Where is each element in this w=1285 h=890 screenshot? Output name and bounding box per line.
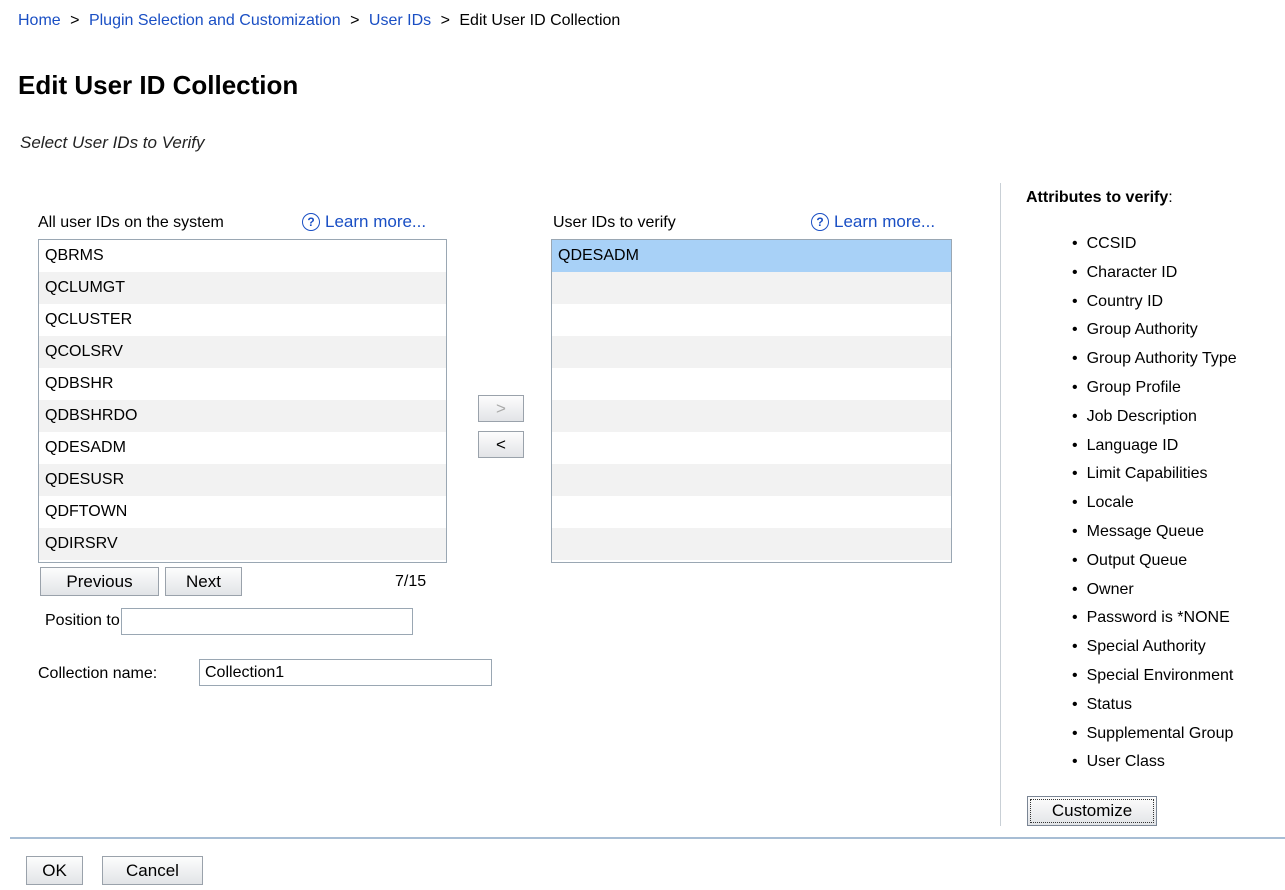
attribute-item: CCSID (1072, 230, 1237, 259)
list-item[interactable] (552, 496, 951, 528)
breadcrumb-separator: > (350, 12, 360, 29)
breadcrumb-separator: > (70, 12, 80, 29)
list-item-selected[interactable]: QDESADM (552, 240, 951, 272)
previous-button[interactable]: Previous (40, 567, 159, 596)
user-ids-to-verify-list[interactable]: QDESADM (551, 239, 952, 563)
attribute-item: Character ID (1072, 259, 1237, 288)
page-title: Edit User ID Collection (18, 70, 299, 100)
next-button[interactable]: Next (165, 567, 242, 596)
learn-more-verify-ids[interactable]: ? Learn more... (811, 212, 935, 232)
footer-divider (10, 837, 1285, 839)
list-item[interactable] (552, 304, 951, 336)
attribute-item: Supplemental Group (1072, 720, 1237, 749)
customize-button[interactable]: Customize (1027, 796, 1157, 826)
attribute-item: Message Queue (1072, 518, 1237, 547)
breadcrumb-current: Edit User ID Collection (459, 12, 621, 29)
help-circle-icon: ? (811, 213, 829, 231)
all-user-ids-list[interactable]: QBRMS QCLUMGT QCLUSTER QCOLSRV QDBSHR QD… (38, 239, 447, 563)
ok-button[interactable]: OK (26, 856, 83, 885)
list-item[interactable]: QDESUSR (39, 464, 446, 496)
attribute-item: Special Environment (1072, 662, 1237, 691)
learn-more-link[interactable]: Learn more... (834, 212, 935, 232)
help-circle-icon: ? (302, 213, 320, 231)
collection-name-input[interactable] (199, 659, 492, 686)
list-item[interactable] (552, 272, 951, 304)
list-item[interactable]: QDESADM (39, 432, 446, 464)
list-item[interactable] (552, 528, 951, 560)
breadcrumb-user-ids[interactable]: User IDs (369, 12, 431, 29)
list-item[interactable] (552, 336, 951, 368)
attribute-item: Group Profile (1072, 374, 1237, 403)
attribute-item: Limit Capabilities (1072, 460, 1237, 489)
attribute-item: Group Authority Type (1072, 345, 1237, 374)
breadcrumb-home[interactable]: Home (18, 12, 61, 29)
attribute-item: Language ID (1072, 432, 1237, 461)
attribute-item: Country ID (1072, 288, 1237, 317)
attribute-item: Group Authority (1072, 316, 1237, 345)
list-item[interactable] (552, 400, 951, 432)
add-to-verify-button[interactable]: > (478, 395, 524, 422)
attribute-item: Special Authority (1072, 633, 1237, 662)
list-item[interactable]: QDBSHRDO (39, 400, 446, 432)
panel-divider (1000, 183, 1001, 826)
cancel-button[interactable]: Cancel (102, 856, 203, 885)
list-item[interactable] (552, 432, 951, 464)
user-ids-to-verify-header: User IDs to verify (553, 214, 676, 231)
attribute-item: Owner (1072, 576, 1237, 605)
breadcrumb: Home > Plugin Selection and Customizatio… (18, 12, 620, 30)
list-item[interactable]: QCOLSRV (39, 336, 446, 368)
list-item[interactable]: QBRMS (39, 240, 446, 272)
attribute-item: Output Queue (1072, 547, 1237, 576)
attributes-heading-text: Attributes to verify (1026, 189, 1169, 206)
list-item[interactable]: QCLUSTER (39, 304, 446, 336)
list-item[interactable] (552, 368, 951, 400)
list-item[interactable]: QDIRSRV (39, 528, 446, 560)
attributes-heading: Attributes to verify: (1026, 189, 1173, 207)
attribute-item: Status (1072, 691, 1237, 720)
collection-name-label: Collection name: (38, 665, 158, 682)
breadcrumb-plugin-selection[interactable]: Plugin Selection and Customization (89, 12, 341, 29)
attributes-list: CCSID Character ID Country ID Group Auth… (1072, 230, 1237, 777)
position-to-label: Position to: (45, 612, 125, 629)
learn-more-all-ids[interactable]: ? Learn more... (302, 212, 426, 232)
attribute-item: Job Description (1072, 403, 1237, 432)
list-item[interactable] (552, 464, 951, 496)
learn-more-link[interactable]: Learn more... (325, 212, 426, 232)
page-subtitle: Select User IDs to Verify (20, 133, 205, 152)
position-to-input[interactable] (121, 608, 413, 635)
list-item[interactable]: QCLUMGT (39, 272, 446, 304)
remove-from-verify-button[interactable]: < (478, 431, 524, 458)
attributes-heading-colon: : (1168, 189, 1173, 206)
page-indicator: 7/15 (395, 573, 427, 590)
attribute-item: Password is *NONE (1072, 604, 1237, 633)
list-item[interactable]: QDFTOWN (39, 496, 446, 528)
list-item[interactable]: QDBSHR (39, 368, 446, 400)
all-user-ids-header: All user IDs on the system (38, 214, 224, 231)
attribute-item: Locale (1072, 489, 1237, 518)
attribute-item: User Class (1072, 748, 1237, 777)
breadcrumb-separator: > (440, 12, 450, 29)
